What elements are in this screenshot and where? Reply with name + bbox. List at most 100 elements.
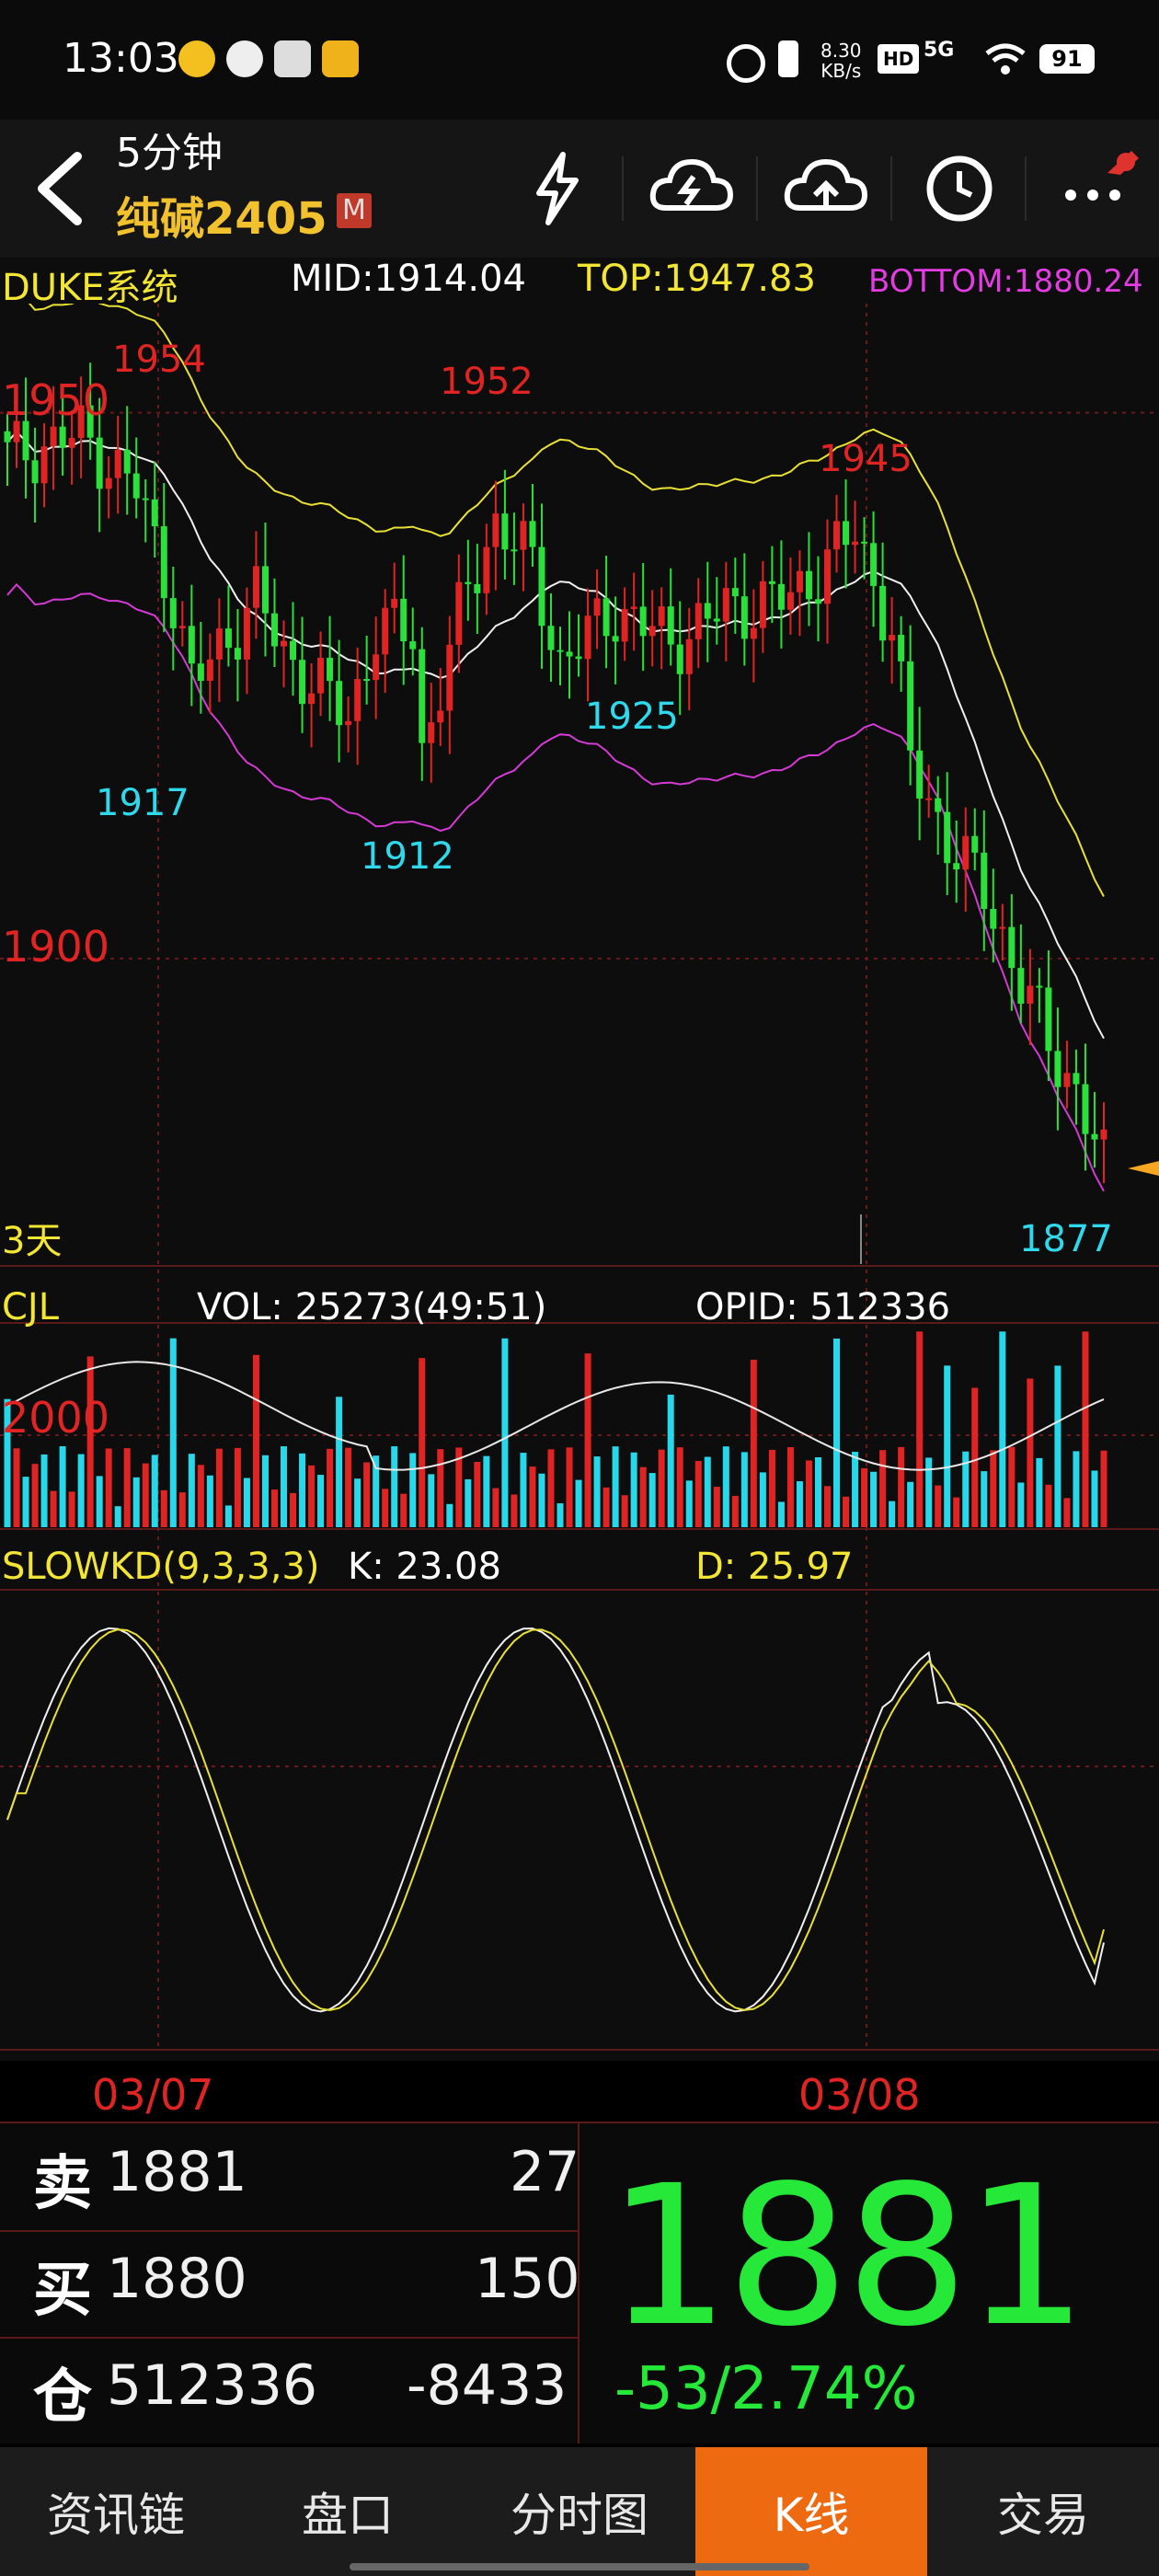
- open-interest-value: OPID: 512336: [695, 1286, 951, 1328]
- candle-body: [1036, 985, 1043, 988]
- trough-label: 1877: [1019, 1218, 1113, 1260]
- volume-bar: [861, 1467, 868, 1527]
- tab-orderbook[interactable]: 盘口: [232, 2447, 464, 2576]
- volume-bar: [612, 1446, 619, 1527]
- volume-bar: [676, 1447, 683, 1527]
- candle-body: [483, 546, 490, 593]
- volume-bar: [852, 1452, 859, 1527]
- quote-divider: [0, 2122, 1159, 2123]
- volume-bar: [363, 1462, 371, 1527]
- header-divider: [756, 156, 758, 221]
- cloud-upload-icon[interactable]: [775, 138, 876, 239]
- candle-body: [437, 710, 444, 723]
- volume-bar: [234, 1447, 241, 1527]
- candle-body: [547, 626, 555, 650]
- volume-bar: [96, 1476, 103, 1527]
- tab-trade[interactable]: 交易: [927, 2447, 1159, 2576]
- candle-body: [317, 657, 325, 694]
- kd-d-value: D: 25.97: [695, 1546, 854, 1588]
- home-indicator[interactable]: [350, 2563, 809, 2570]
- volume-bar: [465, 1478, 472, 1527]
- volume-bar: [437, 1449, 444, 1527]
- volume-bar: [889, 1501, 896, 1527]
- candle-body: [474, 583, 481, 593]
- candle-body: [916, 750, 924, 799]
- volume-bar: [151, 1455, 158, 1527]
- volume-bar: [327, 1448, 334, 1527]
- contract-name[interactable]: 纯碱2405: [116, 182, 327, 247]
- back-icon[interactable]: [26, 147, 90, 230]
- app-badge-icon: [322, 40, 359, 77]
- volume-bar: [1054, 1365, 1061, 1527]
- candle-body: [593, 598, 601, 616]
- lightning-icon[interactable]: [506, 138, 607, 239]
- volume-bar: [446, 1503, 453, 1527]
- volume-bar: [1091, 1470, 1098, 1527]
- candle-body: [1027, 985, 1034, 1004]
- date-label: 03/07: [92, 2070, 214, 2120]
- peak-label: 1945: [819, 438, 912, 480]
- volume-bar: [602, 1487, 610, 1527]
- candle-body: [511, 549, 518, 552]
- volume-bar: [50, 1490, 57, 1527]
- more-icon[interactable]: [1043, 138, 1144, 239]
- candle-body: [281, 640, 288, 647]
- volume-bar: [382, 1489, 389, 1527]
- volume-bar: [999, 1331, 1006, 1527]
- candle-body: [1008, 926, 1016, 969]
- volume-bar: [630, 1452, 637, 1527]
- volume-bar: [114, 1506, 121, 1527]
- tab-intraday[interactable]: 分时图: [464, 2447, 695, 2576]
- tab-kline[interactable]: K线: [695, 2447, 927, 2576]
- candle-body: [566, 651, 573, 657]
- indicator-mid: MID:1914.04: [291, 258, 526, 300]
- candle-body: [971, 835, 979, 853]
- buy-price[interactable]: 1880: [107, 2247, 247, 2311]
- volume-bar: [538, 1473, 545, 1527]
- vibrate-icon: [778, 40, 798, 77]
- volume-bar: [317, 1475, 325, 1527]
- period-label[interactable]: 3天: [2, 1211, 62, 1264]
- trough-label: 1912: [361, 835, 454, 878]
- volume-bar: [879, 1450, 887, 1527]
- candle-body: [1054, 1051, 1061, 1087]
- candle-body: [704, 603, 711, 619]
- volume-bar: [197, 1465, 204, 1527]
- candle-body: [612, 636, 619, 642]
- candle-body: [713, 618, 720, 622]
- volume-bar: [547, 1449, 555, 1527]
- volume-indicator-name[interactable]: CJL: [2, 1286, 59, 1328]
- kd-indicator-name[interactable]: SLOWKD(9,3,3,3): [2, 1546, 319, 1588]
- volume-bar: [160, 1489, 167, 1527]
- cloud-sync-icon[interactable]: [640, 138, 741, 239]
- candle-body: [676, 644, 683, 674]
- hd-icon: HD: [878, 44, 920, 74]
- y-label-1900: 1900: [2, 922, 110, 972]
- volume-bar: [511, 1494, 518, 1527]
- candle-body: [428, 722, 435, 743]
- candle-body: [299, 660, 306, 705]
- candle-body: [151, 499, 158, 527]
- sell-price[interactable]: 1881: [107, 2140, 247, 2204]
- candle-body: [538, 546, 545, 627]
- candle-body: [224, 628, 232, 649]
- volume-bar: [1073, 1451, 1080, 1527]
- candle-body: [114, 449, 121, 478]
- volume-bar: [419, 1358, 426, 1527]
- timeframe-title[interactable]: 5分钟: [116, 120, 223, 178]
- kd-d-line: [6, 1628, 1105, 2012]
- toutiao-icon: [274, 40, 311, 77]
- volume-bar: [59, 1446, 66, 1527]
- volume-bar: [566, 1447, 573, 1527]
- clock-icon[interactable]: [909, 138, 1010, 239]
- candle-body: [188, 626, 195, 664]
- volume-bar: [308, 1465, 316, 1527]
- volume-bar: [483, 1455, 490, 1527]
- tab-news-chain[interactable]: 资讯链: [0, 2447, 232, 2576]
- battery-icon: 91: [1039, 44, 1095, 74]
- kline-svg[interactable]: [0, 304, 1159, 2107]
- kd-k-line: [6, 1627, 1105, 2013]
- peak-label: 1952: [440, 361, 534, 403]
- volume-bar: [833, 1338, 841, 1527]
- candle-body: [1082, 1084, 1089, 1134]
